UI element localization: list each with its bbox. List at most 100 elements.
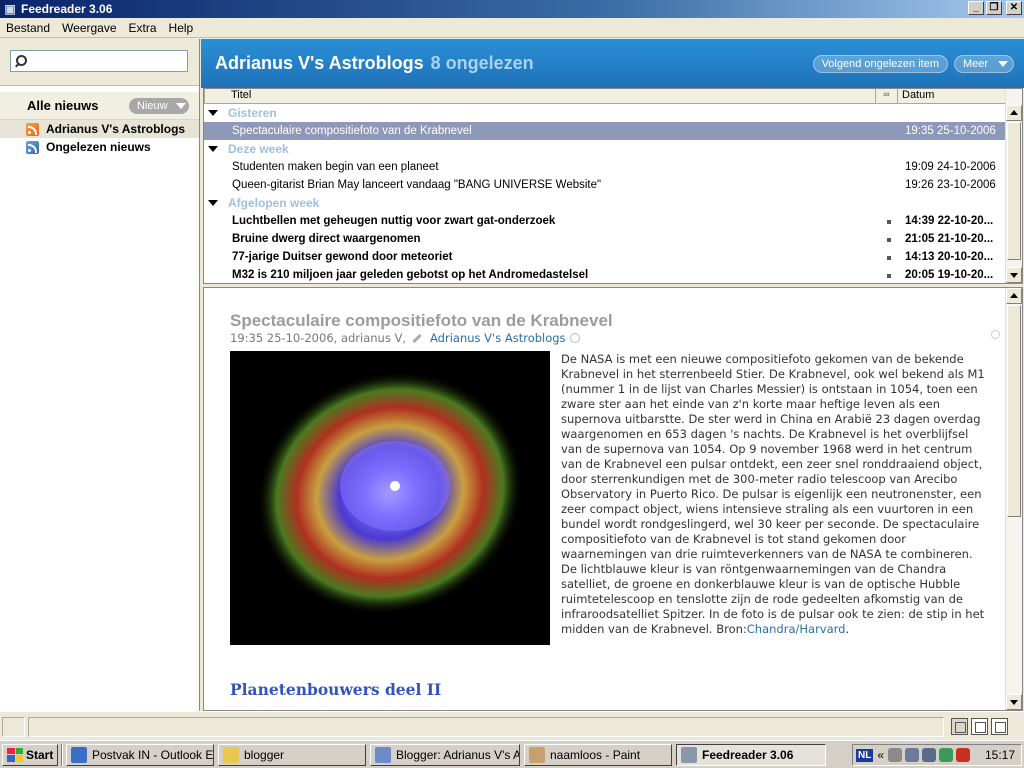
feedreader-app-icon[interactable]: ▣	[3, 2, 17, 16]
menu-help[interactable]: Help	[163, 21, 200, 35]
list-item[interactable]: Spectaculaire compositiefoto van de Krab…	[204, 122, 1006, 140]
tray-security-icon[interactable]	[939, 748, 954, 762]
clock[interactable]: 15:17	[985, 748, 1015, 762]
tray-app-icon[interactable]	[888, 748, 903, 762]
system-tray: NL « 15:17	[852, 744, 1022, 766]
list-item[interactable]: 77-jarige Duitser gewond door meteoriet 1…	[204, 248, 1006, 266]
menu-weergave[interactable]: Weergave	[56, 21, 122, 35]
task-blogger-folder[interactable]: blogger	[218, 743, 366, 766]
reader-scrollbar[interactable]	[1005, 288, 1022, 710]
task-paint[interactable]: naamloos - Paint	[524, 743, 672, 766]
tray-volume-icon[interactable]	[922, 748, 937, 762]
unread-dot-icon	[887, 274, 891, 278]
search-icon	[15, 55, 27, 67]
scroll-up-button[interactable]	[1006, 105, 1022, 121]
group-header[interactable]: Gisteren	[204, 104, 1006, 122]
item-title: M32 is 210 miljoen jaar geleden gebotst …	[232, 269, 589, 281]
task-feedreader[interactable]: Feedreader 3.06	[676, 743, 826, 766]
next-unread-label: Volgend ongelezen item	[821, 57, 939, 70]
restore-button[interactable]: ❐	[986, 1, 1002, 15]
collapse-arrow-icon[interactable]	[208, 110, 218, 116]
list-item[interactable]: Queen-gitarist Brian May lanceert vandaa…	[204, 176, 1006, 194]
layout-list-icon[interactable]	[991, 718, 1008, 735]
menu-bar: Bestand Weergave Extra Help	[0, 18, 1024, 38]
crab-nebula-image	[230, 351, 550, 645]
list-item[interactable]: Luchtbellen met geheugen nuttig voor zwa…	[204, 212, 1006, 230]
more-label: Meer	[963, 57, 989, 70]
list-item[interactable]: Bruine dwerg direct waargenomen 21:05 21-…	[204, 230, 1006, 248]
feed-item-astroblogs[interactable]: Adrianus V's Astroblogs	[0, 120, 199, 138]
task-blogger-browser[interactable]: Blogger: Adrianus V's A...	[370, 743, 520, 766]
column-title[interactable]: Titel	[204, 89, 876, 103]
article-body-text: De NASA is met een nieuwe compositiefoto…	[561, 352, 985, 636]
collapse-arrow-icon[interactable]	[208, 146, 218, 152]
menu-bestand[interactable]: Bestand	[0, 21, 56, 35]
status-text	[28, 717, 944, 737]
scroll-thumb[interactable]	[1007, 122, 1021, 260]
collapse-arrow-icon[interactable]	[208, 200, 218, 206]
search-box[interactable]	[10, 50, 188, 72]
item-title: Queen-gitarist Brian May lanceert vandaa…	[232, 179, 602, 191]
list-column-headers: Titel ∞ Datum	[204, 89, 1006, 104]
task-outlook[interactable]: Postvak IN - Outlook E...	[66, 743, 214, 766]
more-button[interactable]: Meer	[954, 54, 1014, 73]
menu-extra[interactable]: Extra	[123, 21, 163, 35]
list-item[interactable]: M32 is 210 miljoen jaar geleden gebotst …	[204, 266, 1006, 284]
chevron-down-icon	[998, 60, 1009, 67]
article-body: De NASA is met een nieuwe compositiefoto…	[561, 352, 989, 637]
task-label: Postvak IN - Outlook E...	[92, 747, 214, 762]
list-item[interactable]: Studenten maken begin van een planeet 19:…	[204, 158, 1006, 176]
item-date: 21:05 21-10-20...	[905, 233, 994, 245]
feedreader-icon	[681, 746, 697, 763]
rss-icon	[26, 122, 39, 136]
list-scrollbar[interactable]	[1005, 89, 1022, 283]
tray-mcafee-icon[interactable]	[956, 748, 971, 762]
item-date: 20:05 19-10-20...	[905, 269, 994, 281]
column-date[interactable]: Datum	[898, 89, 934, 103]
scroll-down-button[interactable]	[1006, 694, 1022, 710]
scroll-up-button[interactable]	[1006, 288, 1022, 304]
feed-item-unread-news[interactable]: Ongelezen nieuws	[0, 138, 199, 156]
item-date: 19:26 23-10-2006	[905, 179, 996, 191]
source-link[interactable]: Chandra/Harvard	[747, 622, 846, 636]
next-unread-button[interactable]: Volgend ongelezen item	[812, 54, 948, 73]
pin-icon[interactable]	[991, 330, 1000, 339]
group-header[interactable]: Afgelopen week	[204, 194, 1006, 212]
list-rows: Gisteren Spectaculaire compositiefoto va…	[204, 104, 1006, 284]
reading-pane: Spectaculaire compositiefoto van de Krab…	[203, 287, 1023, 711]
minimize-button[interactable]: _	[968, 1, 984, 15]
unread-dot-icon	[887, 220, 891, 224]
feed-title: Adrianus V's Astroblogs	[215, 53, 424, 73]
layout-columns-icon[interactable]	[971, 718, 988, 735]
article-title[interactable]: Spectaculaire compositiefoto van de Krab…	[230, 311, 613, 331]
group-header[interactable]: Deze week	[204, 140, 1006, 158]
unread-dot-icon	[887, 256, 891, 260]
group-label: Afgelopen week	[228, 196, 320, 210]
group-label: Deze week	[228, 142, 289, 156]
scroll-thumb[interactable]	[1007, 305, 1021, 517]
task-label: blogger	[244, 747, 285, 762]
pencil-icon	[412, 333, 422, 343]
next-article-title[interactable]: Planetenbouwers deel II	[230, 680, 441, 699]
language-indicator[interactable]: NL	[856, 748, 874, 762]
all-news-label: Alle nieuws	[27, 98, 99, 113]
new-feed-button-label: Nieuw	[137, 99, 168, 112]
group-label: Gisteren	[228, 106, 277, 120]
item-title: Spectaculaire compositiefoto van de Krab…	[232, 125, 472, 137]
article-source-link[interactable]: Adrianus V's Astroblogs	[430, 331, 566, 345]
show-hidden-icons-button[interactable]: «	[877, 748, 884, 762]
article-date-author: 19:35 25-10-2006, adrianus V,	[230, 331, 407, 345]
scroll-down-button[interactable]	[1006, 267, 1022, 283]
search-input[interactable]	[31, 54, 181, 68]
browser-icon	[375, 746, 391, 763]
start-button[interactable]: Start	[2, 743, 58, 766]
open-source-icon[interactable]	[569, 333, 580, 343]
article-meta: 19:35 25-10-2006, adrianus V, Adrianus V…	[230, 331, 580, 345]
new-feed-button[interactable]: Nieuw	[129, 97, 189, 114]
close-button[interactable]: ✕	[1006, 1, 1022, 15]
tray-network-icon[interactable]	[905, 748, 920, 762]
taskbar: Start Postvak IN - Outlook E... blogger …	[0, 740, 1024, 768]
layout-standard-icon[interactable]	[951, 718, 968, 735]
column-flag[interactable]: ∞	[876, 89, 898, 103]
all-news-header[interactable]: Alle nieuws Nieuw	[0, 92, 199, 120]
